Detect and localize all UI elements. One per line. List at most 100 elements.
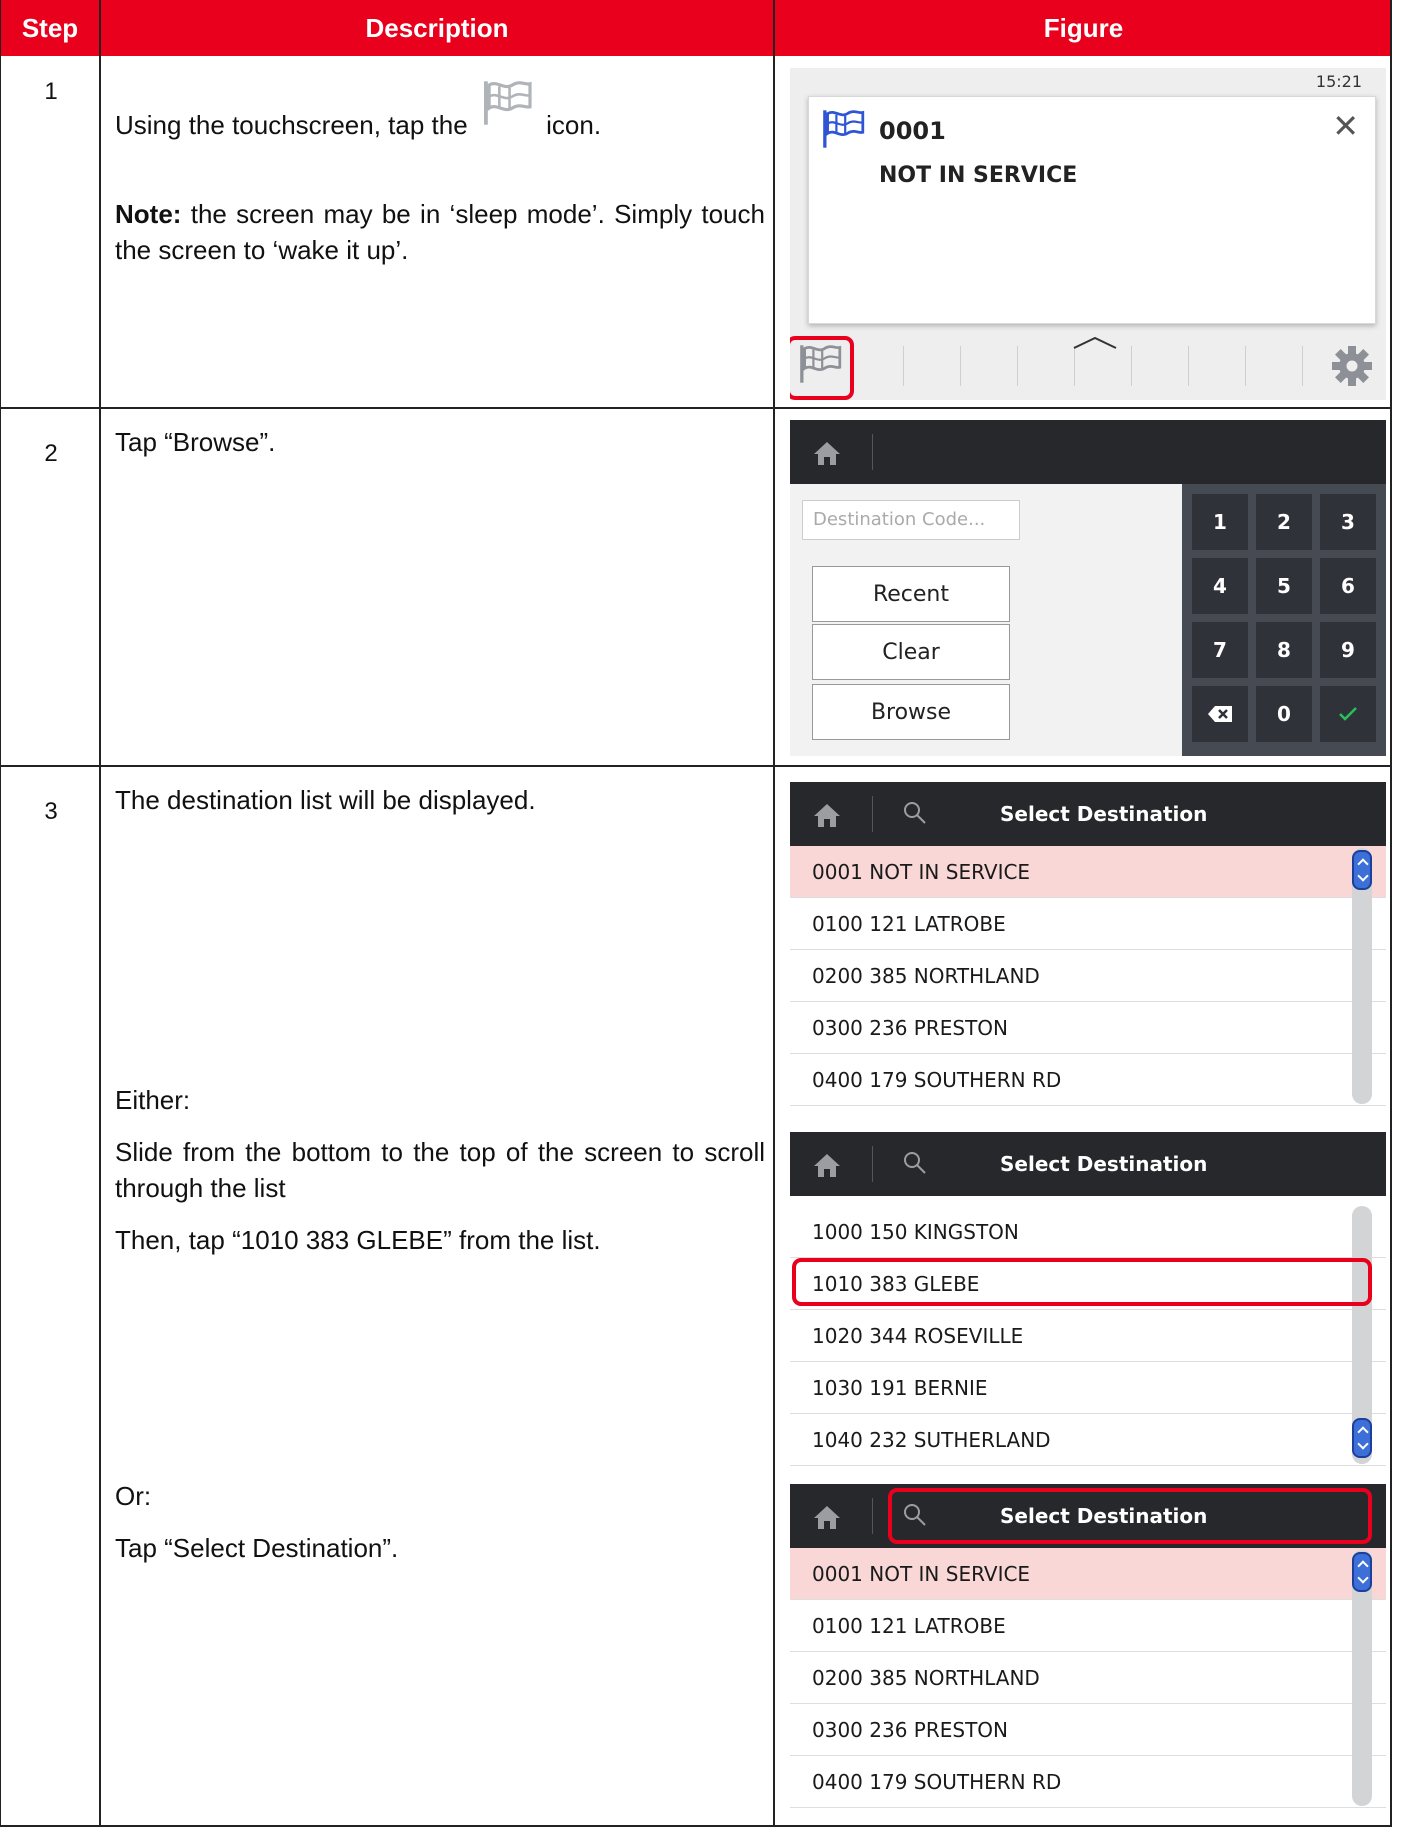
row-divider [1,407,1392,409]
figure-destination-list-top: Select Destination 0001 NOT IN SERVICE 0… [790,782,1386,1118]
key-8[interactable]: 8 [1256,622,1312,678]
figure-destination-entry: Destination Code... Recent Clear Browse … [790,420,1386,756]
destination-code-input[interactable]: Destination Code... [802,500,1020,540]
clear-button[interactable]: Clear [812,624,1010,680]
list-item[interactable]: 0300 236 PRESTON [790,1704,1386,1756]
bar-divider [872,796,873,832]
scrollbar-thumb[interactable] [1352,1418,1372,1458]
select-destination-title[interactable]: Select Destination [1000,802,1207,826]
close-icon[interactable]: ✕ [1332,107,1359,145]
row-divider [1,765,1392,767]
scrollbar-thumb[interactable] [1352,1552,1372,1592]
recent-button[interactable]: Recent [812,566,1010,622]
browse-button[interactable]: Browse [812,684,1010,740]
key-3[interactable]: 3 [1320,494,1376,550]
gear-icon[interactable] [1330,344,1374,392]
list-item[interactable]: 0100 121 LATROBE [790,1600,1386,1652]
header-step: Step [1,0,99,56]
clock: 15:21 [1315,72,1362,91]
note-label: Note: [115,199,182,229]
step1-note: Note: the screen may be in ‘sleep mode’.… [115,196,765,268]
list-item[interactable]: 0200 385 NORTHLAND [790,950,1386,1002]
list-item[interactable]: 0100 121 LATROBE [790,898,1386,950]
dock-bar [790,330,1386,400]
key-5[interactable]: 5 [1256,558,1312,614]
grid-line [99,0,101,1827]
header-description: Description [101,0,773,56]
destination-card[interactable]: 0001 NOT IN SERVICE ✕ [808,96,1376,324]
figure-home-screen: 15:21 0001 NOT IN SERVICE ✕ [790,68,1386,400]
list-item[interactable]: 1040 232 SUTHERLAND [790,1414,1386,1466]
highlight-box [888,1488,1372,1544]
search-icon[interactable] [902,800,928,826]
list-item[interactable]: 1000 150 KINGSTON [790,1206,1386,1258]
dock-divider [960,346,961,386]
destination-status: NOT IN SERVICE [879,163,1078,188]
dock-divider [1302,346,1303,386]
select-destination-title[interactable]: Select Destination [1000,1152,1207,1176]
top-bar [790,420,1386,484]
home-icon[interactable] [812,802,842,828]
check-icon [1339,707,1357,721]
step3-or: Or: [115,1481,152,1511]
bar-divider [872,1498,873,1534]
step1-instruction: Using the touchscreen, tap the icon. [115,94,765,143]
key-7[interactable]: 7 [1192,622,1248,678]
step3-then: Then, tap “1010 383 GLEBE” from the list… [115,1225,601,1255]
figure-destination-list-search: Select Destination 0001 NOT IN SERVICE 0… [790,1484,1386,1822]
list-item[interactable]: 0001 NOT IN SERVICE [790,846,1386,898]
home-icon[interactable] [812,1504,842,1530]
step3-either: Either: [115,1085,191,1115]
flag-icon [821,109,865,153]
chevron-up-icon[interactable] [1070,334,1120,356]
key-0[interactable]: 0 [1256,686,1312,742]
home-icon[interactable] [812,1152,842,1178]
note-text: the screen may be in ‘sleep mode’. Simpl… [115,199,765,265]
top-bar: Select Destination [790,1132,1386,1196]
step3-tap-select: Tap “Select Destination”. [115,1533,399,1563]
highlight-box [790,336,854,400]
list-item[interactable]: 1030 191 BERNIE [790,1362,1386,1414]
step-number: 2 [44,440,58,467]
confirm-key[interactable] [1320,686,1376,742]
step1-text: Using the touchscreen, tap the [115,110,468,140]
list-item[interactable]: 0400 179 SOUTHERN RD [790,1756,1386,1808]
step1-text-end: icon. [546,110,602,140]
list-item[interactable]: 0001 NOT IN SERVICE [790,1548,1386,1600]
list-item[interactable]: 0200 385 NORTHLAND [790,1652,1386,1704]
dock-divider [903,346,904,386]
grid-line [1390,0,1392,1827]
list-item[interactable]: 1020 344 ROSEVILLE [790,1310,1386,1362]
numeric-keypad: 1 2 3 4 5 6 7 8 9 0 [1182,484,1386,756]
key-1[interactable]: 1 [1192,494,1248,550]
scrollbar-thumb[interactable] [1352,850,1372,890]
key-6[interactable]: 6 [1320,558,1376,614]
highlight-box [792,1258,1372,1306]
search-icon[interactable] [902,1150,928,1176]
destination-code: 0001 [879,117,946,145]
step-number: 1 [44,78,58,105]
backspace-key[interactable] [1192,686,1248,742]
step2-instruction: Tap “Browse”. [115,427,276,457]
dock-divider [1188,346,1189,386]
grid-line [773,0,775,1827]
key-9[interactable]: 9 [1320,622,1376,678]
step3-slide: Slide from the bottom to the top of the … [115,1137,765,1203]
home-icon[interactable] [812,440,842,466]
key-2[interactable]: 2 [1256,494,1312,550]
top-bar: Select Destination [790,782,1386,846]
bar-divider [872,1146,873,1182]
backspace-icon [1208,706,1232,722]
key-4[interactable]: 4 [1192,558,1248,614]
header-figure: Figure [775,0,1392,56]
list-item[interactable]: 0400 179 SOUTHERN RD [790,1054,1386,1106]
step3-instruction: The destination list will be displayed. [115,785,536,815]
figure-destination-list-scrolled: Select Destination 1000 150 KINGSTON 101… [790,1132,1386,1468]
dock-divider [1245,346,1246,386]
bar-divider [872,434,873,470]
list-item[interactable]: 0300 236 PRESTON [790,1002,1386,1054]
dock-divider [1017,346,1018,386]
flag-icon [479,94,535,134]
step-number: 3 [44,798,58,825]
dock-divider [1131,346,1132,386]
